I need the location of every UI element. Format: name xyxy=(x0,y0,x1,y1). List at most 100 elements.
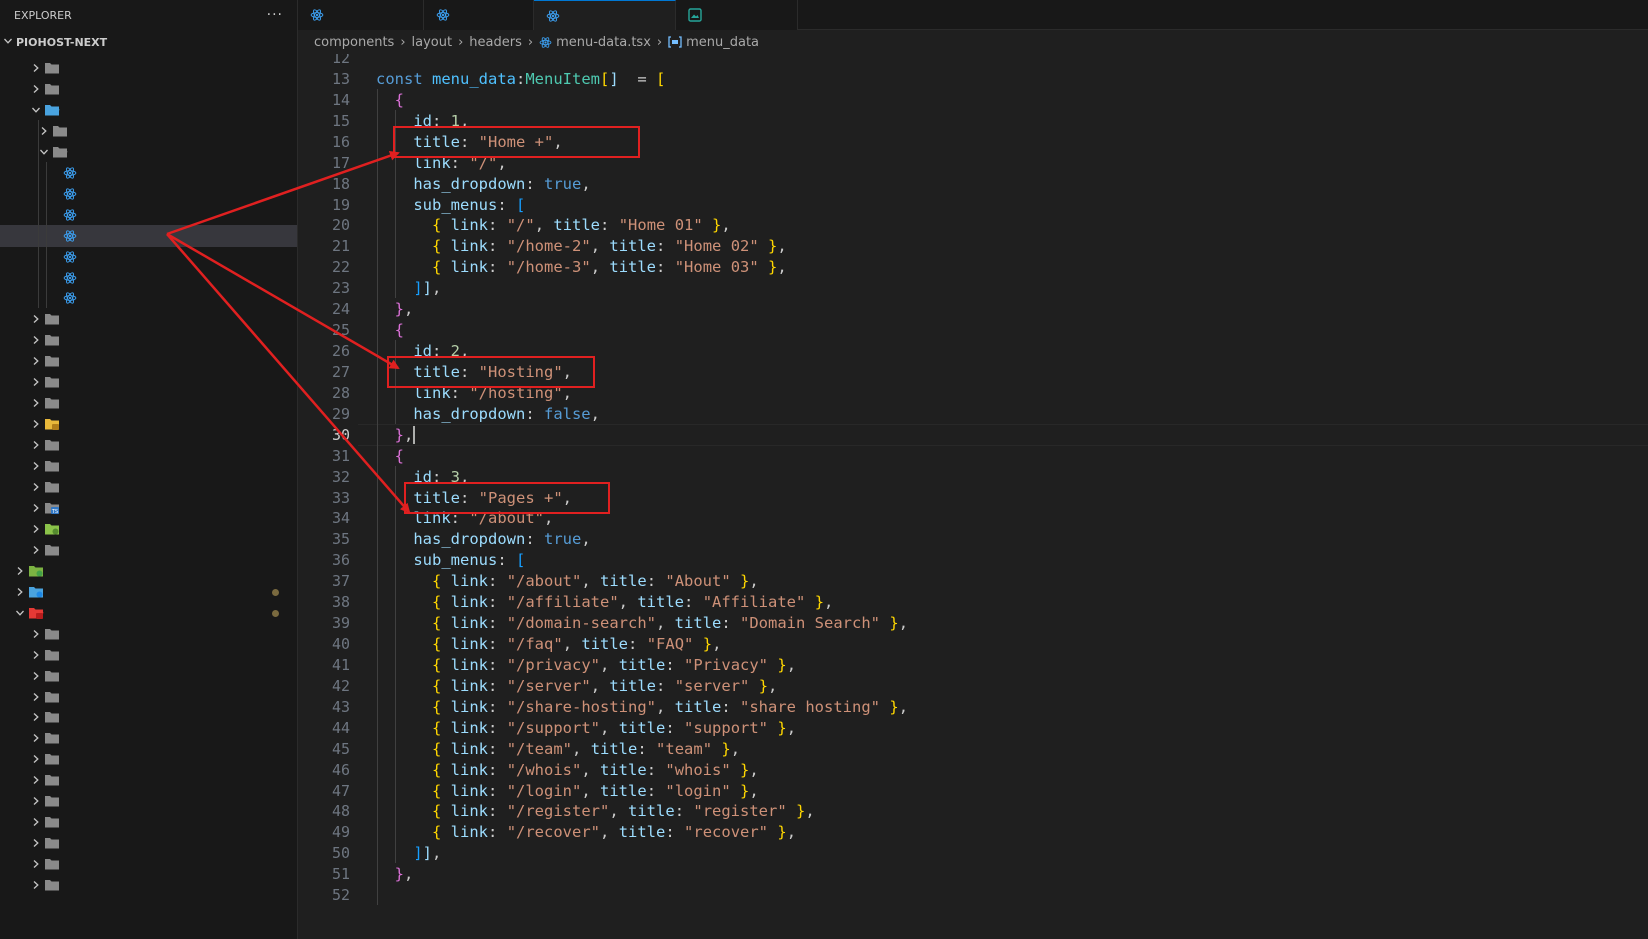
breadcrumb-item[interactable]: menu_data xyxy=(686,35,759,50)
chevron-right-icon xyxy=(28,398,44,408)
tree-item-privacy[interactable] xyxy=(0,853,297,875)
code-line[interactable]: { link: "/share-hosting", title: "share … xyxy=(376,696,908,718)
code-line[interactable]: { link: "/", title: "Home 01" }, xyxy=(376,214,731,236)
chevron-right-icon xyxy=(28,461,44,471)
tree-item-types[interactable]: TS xyxy=(0,497,297,519)
breadcrumb-item[interactable]: components xyxy=(314,35,394,50)
line-number: 12 xyxy=(331,54,350,67)
chevron-right-icon: › xyxy=(527,34,534,50)
line-number: 46 xyxy=(331,760,350,779)
tree-item-about[interactable] xyxy=(0,623,297,645)
tree-item-domain-search[interactable] xyxy=(0,727,297,749)
tab-header-tsx[interactable] xyxy=(424,0,534,30)
code-line[interactable]: sub_menus: [ xyxy=(376,194,525,216)
code-line[interactable]: has_dropdown: true, xyxy=(376,173,590,195)
folder-icon xyxy=(44,417,60,431)
code-line[interactable]: { link: "/faq", title: "FAQ" }, xyxy=(376,633,721,655)
tree-item-home-3[interactable] xyxy=(0,790,297,812)
react-file-icon xyxy=(310,8,324,22)
code-line[interactable]: { link: "/home-3", title: "Home 03" }, xyxy=(376,256,787,278)
line-number: 19 xyxy=(331,195,350,214)
tree-item-blog[interactable] xyxy=(0,665,297,687)
code-line[interactable]: { xyxy=(376,319,404,341)
tree-item-whois[interactable] xyxy=(0,539,297,561)
tree-item-public[interactable] xyxy=(0,581,297,603)
tree-item-server[interactable] xyxy=(0,413,297,435)
tab-layout-tsx[interactable] xyxy=(298,0,424,30)
tree-item-mobile-menus-tsx[interactable] xyxy=(0,246,297,268)
code-line[interactable]: { link: "/recover", title: "recover" }, xyxy=(376,821,796,843)
code-line[interactable]: { link: "/about", title: "About" }, xyxy=(376,570,759,592)
code-line[interactable]: sub_menus: [ xyxy=(376,549,525,571)
tree-item-slide-bar-tsx[interactable] xyxy=(0,287,297,309)
code-line[interactable]: has_dropdown: false, xyxy=(376,403,600,425)
breadcrumb-item[interactable]: layout xyxy=(412,35,453,50)
code-line[interactable]: { link: "/register", title: "register" }… xyxy=(376,800,815,822)
tree-item-recover[interactable] xyxy=(0,874,297,896)
folder-icon: TS xyxy=(44,501,60,515)
more-actions-icon[interactable]: ··· xyxy=(267,7,283,23)
tree-item-hosting[interactable] xyxy=(0,811,297,833)
tree-item-privacy[interactable] xyxy=(0,350,297,372)
tree-item-register[interactable] xyxy=(0,392,297,414)
tree-item-footers[interactable] xyxy=(0,120,297,142)
line-number: 34 xyxy=(331,509,350,528)
line-number: 30 xyxy=(331,425,350,444)
workspace-root[interactable]: PIOHOST-NEXT xyxy=(0,30,297,54)
code-line[interactable]: { xyxy=(376,89,404,111)
tree-item-hosting[interactable] xyxy=(0,78,297,100)
code-line[interactable]: { xyxy=(376,445,404,467)
tree-item-home-2[interactable] xyxy=(0,769,297,791)
tree-item-headers[interactable] xyxy=(0,141,297,163)
tree-item-node-modules[interactable] xyxy=(0,560,297,582)
tab-menu-data-tsx[interactable] xyxy=(534,0,676,30)
code-line[interactable]: const menu_data:MenuItem[] = [ xyxy=(376,68,665,90)
code-line[interactable]: { link: "/whois", title: "whois" }, xyxy=(376,759,759,781)
chevron-right-icon xyxy=(28,775,44,785)
chevron-right-icon xyxy=(28,482,44,492)
tree-item-team[interactable] xyxy=(0,476,297,498)
code-line[interactable]: { link: "/team", title: "team" }, xyxy=(376,738,740,760)
line-number: 36 xyxy=(331,551,350,570)
code-line[interactable]: has_dropdown: true, xyxy=(376,528,590,550)
tree-item-header-tsx[interactable] xyxy=(0,204,297,226)
tree-item-affiliate[interactable] xyxy=(0,644,297,666)
code-line[interactable]: { link: "/affiliate", title: "Affiliate"… xyxy=(376,591,833,613)
code-line[interactable]: }, xyxy=(376,863,414,885)
tree-item-login[interactable] xyxy=(0,308,297,330)
code-line[interactable]: }, xyxy=(376,424,416,446)
code-line[interactable]: { link: "/server", title: "server" }, xyxy=(376,675,777,697)
breadcrumb-item[interactable]: menu-data.tsx xyxy=(556,35,651,50)
tree-item-src-app[interactable] xyxy=(0,602,297,624)
tree-item-login[interactable] xyxy=(0,832,297,854)
breadcrumb-item[interactable]: headers xyxy=(469,35,522,50)
tree-item-faq[interactable] xyxy=(0,748,297,770)
tree-item-modals[interactable] xyxy=(0,329,297,351)
code-line[interactable]: ]], xyxy=(376,842,441,864)
line-number: 39 xyxy=(331,614,350,633)
tree-item-layout[interactable] xyxy=(0,99,297,121)
folder-icon xyxy=(44,543,60,557)
tree-item-header-2-tsx[interactable] xyxy=(0,162,297,184)
tab-favicon-png[interactable] xyxy=(676,0,798,30)
tree-item-support[interactable] xyxy=(0,455,297,477)
tree-item-nav-menu-tsx[interactable] xyxy=(0,267,297,289)
tree-item-contact[interactable] xyxy=(0,706,297,728)
code-line[interactable]: }, xyxy=(376,298,414,320)
code-line[interactable]: { link: "/domain-search", title: "Domain… xyxy=(376,612,908,634)
tree-item-share-hosting[interactable] xyxy=(0,434,297,456)
image-file-icon xyxy=(688,8,702,22)
code-line[interactable]: { link: "/login", title: "login" }, xyxy=(376,780,759,802)
code-line[interactable]: { link: "/privacy", title: "Privacy" }, xyxy=(376,654,796,676)
folder-icon xyxy=(44,375,60,389)
tree-item-header-3-tsx[interactable] xyxy=(0,183,297,205)
tree-item-hooks-copy[interactable] xyxy=(0,57,297,79)
tree-item-recover[interactable] xyxy=(0,371,297,393)
code-line[interactable]: { link: "/support", title: "support" }, xyxy=(376,717,796,739)
tree-item-blog-details[interactable] xyxy=(0,686,297,708)
tree-item-menu-data-tsx[interactable] xyxy=(0,224,297,247)
code-line[interactable]: ]], xyxy=(376,277,441,299)
code-line[interactable]: { link: "/home-2", title: "Home 02" }, xyxy=(376,235,787,257)
svg-text:TS: TS xyxy=(51,509,58,515)
tree-item-utils[interactable] xyxy=(0,518,297,540)
